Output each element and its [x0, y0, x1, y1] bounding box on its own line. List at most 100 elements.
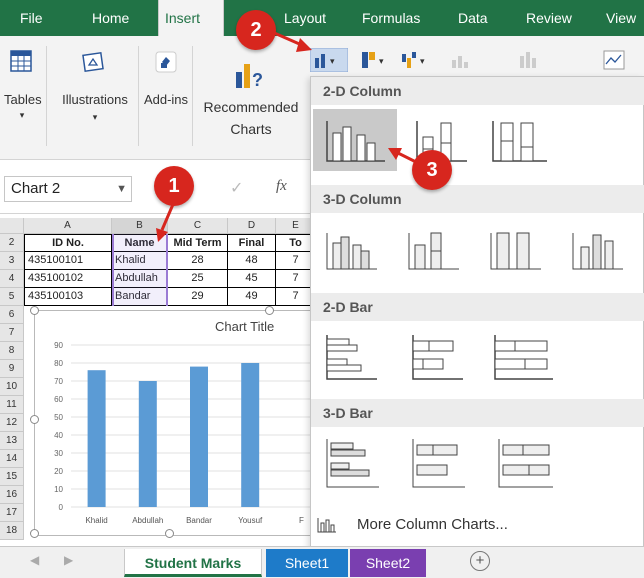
row-header[interactable]: 8 — [0, 342, 24, 360]
row-header[interactable]: 7 — [0, 324, 24, 342]
tab-data[interactable]: Data — [452, 0, 494, 36]
tab-file[interactable]: File — [14, 0, 49, 36]
3d-100-stacked-column-option[interactable] — [481, 219, 551, 279]
column-chart-icon — [317, 518, 336, 533]
resize-handle[interactable] — [30, 415, 39, 424]
3d-clustered-bar-option[interactable] — [317, 433, 387, 493]
row-header[interactable]: 3 — [0, 252, 24, 270]
row-header[interactable]: 15 — [0, 468, 24, 486]
row-header[interactable]: 13 — [0, 432, 24, 450]
100-stacked-column-option[interactable] — [487, 109, 557, 169]
header-cell-final[interactable]: Final — [228, 234, 276, 252]
waterfall-chart-button[interactable]: ▾ — [398, 48, 434, 72]
column-header-d[interactable]: D — [228, 218, 276, 234]
row-header[interactable]: 2 — [0, 234, 24, 252]
table-cell[interactable]: 28 — [168, 252, 228, 270]
3d-stacked-bar-option[interactable] — [403, 433, 473, 493]
row-header[interactable]: 6 — [0, 306, 24, 324]
row-header[interactable]: 16 — [0, 486, 24, 504]
sheet-tab-bar: ◀ ▶ Student Marks Sheet1 Sheet2 + — [0, 546, 644, 578]
table-cell[interactable]: 7 — [276, 288, 310, 306]
chart-bar[interactable] — [138, 381, 157, 507]
y-tick-label: 10 — [54, 485, 63, 494]
chart-bar[interactable] — [87, 370, 106, 507]
sparkline-chart-button[interactable] — [446, 48, 476, 72]
row-header[interactable]: 18 — [0, 522, 24, 540]
more-column-charts-link[interactable]: More Column Charts... — [311, 507, 644, 543]
row-header[interactable]: 5 — [0, 288, 24, 306]
table-cell[interactable]: 435100103 — [24, 288, 112, 306]
100-stacked-column-icon — [492, 121, 547, 162]
scroll-left-icon[interactable]: ◀ — [30, 553, 39, 567]
hierarchy-chart-button[interactable]: ▾ — [358, 48, 394, 72]
tab-formulas[interactable]: Formulas — [356, 0, 426, 36]
illustrations-button[interactable]: Illustrations ▾ — [52, 36, 138, 160]
select-all-corner[interactable] — [0, 218, 24, 234]
chevron-down-icon: ▾ — [19, 110, 25, 120]
row-header[interactable]: 12 — [0, 414, 24, 432]
chart-bar[interactable] — [190, 366, 208, 507]
table-cell[interactable]: 25 — [168, 270, 228, 288]
table-cell[interactable]: 435100101 — [24, 252, 112, 270]
clustered-bar-icon — [326, 335, 377, 380]
row-header[interactable]: 14 — [0, 450, 24, 468]
table-cell[interactable]: 45 — [228, 270, 276, 288]
stacked-bar-icon — [412, 335, 463, 380]
y-tick-label: 60 — [54, 395, 63, 404]
sheet-tab-student-marks[interactable]: Student Marks — [124, 549, 262, 577]
clustered-bar-option[interactable] — [317, 327, 387, 387]
tab-review[interactable]: Review — [520, 0, 578, 36]
resize-handle[interactable] — [165, 529, 174, 538]
scroll-right-icon[interactable]: ▶ — [64, 553, 73, 567]
chevron-down-icon[interactable]: ▼ — [116, 177, 127, 201]
chart-bar[interactable] — [241, 363, 260, 507]
column-header-a[interactable]: A — [24, 218, 112, 234]
tab-insert[interactable]: Insert — [158, 0, 224, 36]
table-cell[interactable]: 7 — [276, 270, 310, 288]
table-cell[interactable]: 49 — [228, 288, 276, 306]
pivotchart-button[interactable] — [516, 48, 546, 72]
tables-button[interactable]: Tables ▾ — [0, 36, 44, 160]
embedded-chart[interactable]: Chart Title 0 10 20 30 40 50 60 70 80 90 Khalid Abd… — [30, 306, 334, 538]
resize-handle[interactable] — [265, 306, 274, 315]
addins-button[interactable]: Add-ins — [142, 36, 190, 160]
add-sheet-icon[interactable]: + — [470, 551, 490, 571]
header-cell-total[interactable]: To — [276, 234, 310, 252]
3d-stacked-column-option[interactable] — [399, 219, 469, 279]
column-header-e[interactable]: E — [276, 218, 310, 234]
insert-function-icon[interactable]: fx — [276, 178, 287, 195]
3d-clustered-column-option[interactable] — [317, 219, 387, 279]
section-3d-column: 3-D Column — [311, 185, 644, 213]
3d-100-stacked-bar-option[interactable] — [489, 433, 559, 493]
callout-arrow-3 — [388, 148, 417, 164]
stacked-bar-option[interactable] — [403, 327, 473, 387]
section-2d-column: 2-D Column — [311, 77, 644, 105]
addins-label: Add-ins — [143, 92, 189, 107]
3d-column-option[interactable] — [563, 219, 633, 279]
line-sparkline-button[interactable] — [600, 48, 630, 72]
row-header[interactable]: 10 — [0, 378, 24, 396]
enter-check-icon[interactable]: ✓ — [230, 178, 243, 198]
name-box[interactable]: Chart 2 ▼ — [4, 176, 132, 202]
tab-home[interactable]: Home — [86, 0, 135, 36]
table-cell[interactable]: 48 — [228, 252, 276, 270]
row-header[interactable]: 11 — [0, 396, 24, 414]
row-header[interactable]: 9 — [0, 360, 24, 378]
ribbon-divider — [138, 46, 139, 146]
sheet-tab-sheet1[interactable]: Sheet1 — [266, 549, 348, 577]
row-header[interactable]: 4 — [0, 270, 24, 288]
clustered-column-option[interactable] — [313, 109, 397, 171]
y-tick-label: 20 — [54, 467, 63, 476]
table-cell[interactable]: 29 — [168, 288, 228, 306]
column-chart-gallery: 2-D Column 3-D Column 2-D Bar 3-D Bar Mo… — [310, 76, 644, 556]
table-cell[interactable]: 7 — [276, 252, 310, 270]
3d-stacked-column-icon — [408, 232, 459, 270]
sheet-tab-sheet2[interactable]: Sheet2 — [350, 549, 426, 577]
table-cell[interactable]: 435100102 — [24, 270, 112, 288]
header-cell-id[interactable]: ID No. — [24, 234, 112, 252]
100-stacked-bar-option[interactable] — [489, 327, 559, 387]
resize-handle[interactable] — [30, 529, 39, 538]
tab-view[interactable]: View — [600, 0, 642, 36]
resize-handle[interactable] — [30, 306, 39, 315]
row-header[interactable]: 17 — [0, 504, 24, 522]
